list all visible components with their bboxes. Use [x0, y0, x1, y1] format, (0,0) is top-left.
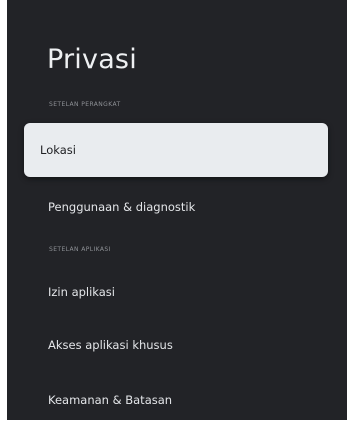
menu-item-location[interactable]: Lokasi: [24, 123, 328, 177]
page-title: Privasi: [47, 44, 137, 75]
section-header-app-settings: SETELAN APLIKASI: [49, 246, 111, 253]
menu-item-special-app-access[interactable]: Akses aplikasi khusus: [24, 318, 328, 372]
menu-item-app-permissions[interactable]: Izin aplikasi: [24, 265, 328, 319]
menu-item-security-restrictions[interactable]: Keamanan & Batasan: [24, 373, 328, 420]
settings-panel: Privasi SETELAN PERANGKAT Lokasi Penggun…: [7, 0, 347, 420]
section-header-device-settings: SETELAN PERANGKAT: [49, 101, 121, 108]
menu-item-usage-diagnostics[interactable]: Penggunaan & diagnostik: [24, 180, 328, 234]
